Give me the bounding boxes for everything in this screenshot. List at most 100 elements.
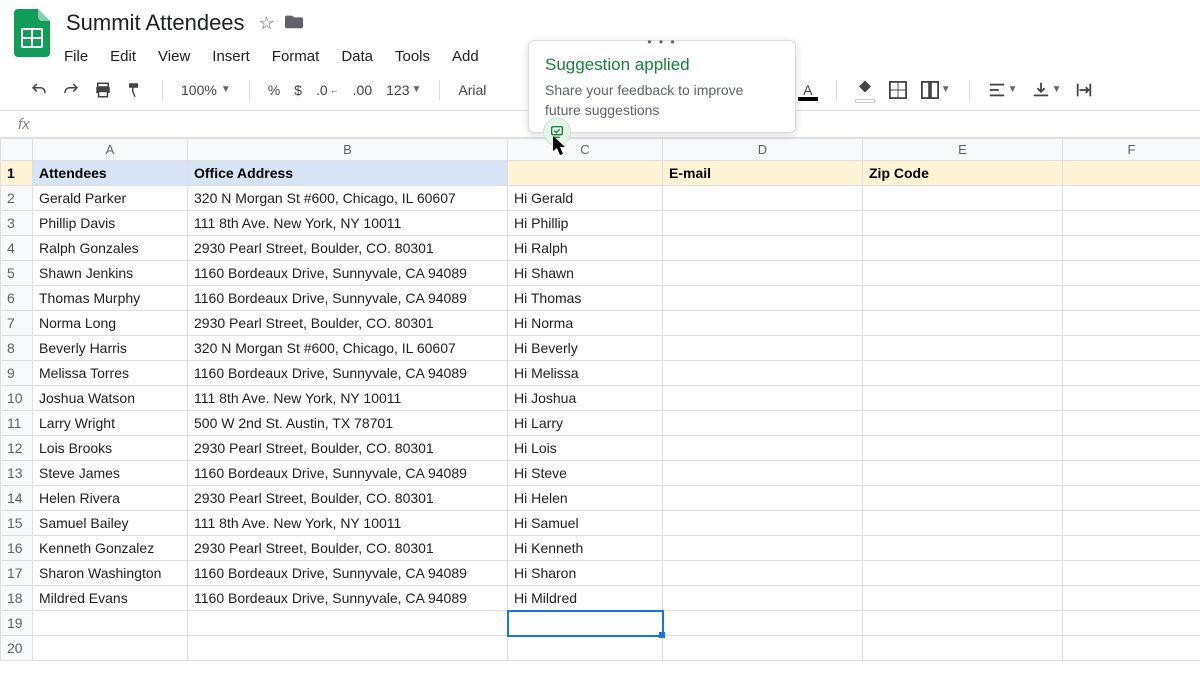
table-row[interactable]: 9Melissa Torres1160 Bordeaux Drive, Sunn… xyxy=(1,361,1200,386)
cell[interactable]: Hi Norma xyxy=(508,311,663,336)
cell[interactable] xyxy=(1063,561,1200,586)
cell[interactable] xyxy=(1063,261,1200,286)
cell[interactable]: Hi Lois xyxy=(508,436,663,461)
menu-view[interactable]: View xyxy=(156,44,192,69)
col-header-F[interactable]: F xyxy=(1063,139,1200,161)
cell[interactable] xyxy=(863,436,1063,461)
cell[interactable] xyxy=(1063,511,1200,536)
table-row[interactable]: 4Ralph Gonzales2930 Pearl Street, Boulde… xyxy=(1,236,1200,261)
cell[interactable] xyxy=(1063,336,1200,361)
row-header[interactable]: 9 xyxy=(1,361,33,386)
table-row[interactable]: 13Steve James1160 Bordeaux Drive, Sunnyv… xyxy=(1,461,1200,486)
cell[interactable]: 111 8th Ave. New York, NY 10011 xyxy=(188,511,508,536)
cell[interactable] xyxy=(663,186,863,211)
merge-cells-icon[interactable]: ▼ xyxy=(921,81,951,99)
cell[interactable] xyxy=(1063,586,1200,611)
cell[interactable] xyxy=(663,311,863,336)
cell[interactable] xyxy=(663,286,863,311)
move-folder-icon[interactable] xyxy=(285,13,303,34)
cell[interactable]: 320 N Morgan St #600, Chicago, IL 60607 xyxy=(188,186,508,211)
spreadsheet-grid[interactable]: A B C D E F 1 Attendees Office Address E… xyxy=(0,138,1200,661)
row-header[interactable]: 12 xyxy=(1,436,33,461)
cell[interactable]: Hi Shawn xyxy=(508,261,663,286)
col-header-B[interactable]: B xyxy=(188,139,508,161)
cell[interactable] xyxy=(663,336,863,361)
cell[interactable]: Zip Code xyxy=(863,161,1063,186)
cell[interactable] xyxy=(663,261,863,286)
cell[interactable] xyxy=(863,486,1063,511)
cell[interactable]: E-mail xyxy=(663,161,863,186)
cell[interactable]: 1160 Bordeaux Drive, Sunnyvale, CA 94089 xyxy=(188,261,508,286)
row-header[interactable]: 15 xyxy=(1,511,33,536)
cell[interactable]: Lois Brooks xyxy=(33,436,188,461)
table-row[interactable]: 19 xyxy=(1,611,1200,636)
cell[interactable] xyxy=(1063,636,1200,661)
cell[interactable] xyxy=(1063,211,1200,236)
cell[interactable]: 320 N Morgan St #600, Chicago, IL 60607 xyxy=(188,336,508,361)
table-row[interactable]: 16Kenneth Gonzalez2930 Pearl Street, Bou… xyxy=(1,536,1200,561)
cell[interactable] xyxy=(863,311,1063,336)
table-row[interactable]: 2Gerald Parker320 N Morgan St #600, Chic… xyxy=(1,186,1200,211)
row-header[interactable]: 4 xyxy=(1,236,33,261)
cell[interactable] xyxy=(1063,186,1200,211)
text-color-icon[interactable]: A xyxy=(798,82,818,98)
cell[interactable]: 2930 Pearl Street, Boulder, CO. 80301 xyxy=(188,236,508,261)
row-header[interactable]: 17 xyxy=(1,561,33,586)
cell[interactable] xyxy=(863,236,1063,261)
cell[interactable] xyxy=(663,411,863,436)
horizontal-align-icon[interactable]: ▼ xyxy=(988,81,1018,99)
table-row[interactable]: 20 xyxy=(1,636,1200,661)
cell[interactable] xyxy=(1063,436,1200,461)
cell[interactable]: Office Address xyxy=(188,161,508,186)
cell[interactable] xyxy=(1063,386,1200,411)
cell[interactable]: Melissa Torres xyxy=(33,361,188,386)
cell[interactable] xyxy=(508,611,663,636)
cell[interactable] xyxy=(508,636,663,661)
cell[interactable] xyxy=(1063,611,1200,636)
cell[interactable]: Hi Mildred xyxy=(508,586,663,611)
cell[interactable]: 1160 Bordeaux Drive, Sunnyvale, CA 94089 xyxy=(188,286,508,311)
zoom-select[interactable]: 100%▼ xyxy=(181,82,231,98)
format-currency-icon[interactable]: $ xyxy=(294,82,302,98)
fill-color-icon[interactable] xyxy=(855,79,875,100)
menu-add[interactable]: Add xyxy=(450,44,481,69)
table-row[interactable]: 17Sharon Washington1160 Bordeaux Drive, … xyxy=(1,561,1200,586)
cell[interactable]: Hi Beverly xyxy=(508,336,663,361)
cell[interactable]: Hi Ralph xyxy=(508,236,663,261)
print-icon[interactable] xyxy=(94,81,112,99)
row-header[interactable]: 19 xyxy=(1,611,33,636)
cell[interactable] xyxy=(663,361,863,386)
cell[interactable] xyxy=(863,386,1063,411)
borders-icon[interactable] xyxy=(889,81,907,99)
cell[interactable] xyxy=(508,161,663,186)
cell[interactable]: Ralph Gonzales xyxy=(33,236,188,261)
cell[interactable]: Hi Melissa xyxy=(508,361,663,386)
cell[interactable] xyxy=(33,636,188,661)
cell[interactable]: Steve James xyxy=(33,461,188,486)
cell[interactable]: 1160 Bordeaux Drive, Sunnyvale, CA 94089 xyxy=(188,461,508,486)
table-row[interactable]: 7Norma Long2930 Pearl Street, Boulder, C… xyxy=(1,311,1200,336)
column-header-row[interactable]: A B C D E F xyxy=(1,139,1200,161)
increase-decimal-icon[interactable]: .00 xyxy=(353,82,372,98)
format-percent-icon[interactable]: % xyxy=(268,82,280,98)
cell[interactable]: Norma Long xyxy=(33,311,188,336)
cell[interactable]: Hi Helen xyxy=(508,486,663,511)
text-wrap-icon[interactable] xyxy=(1075,81,1093,99)
menu-data[interactable]: Data xyxy=(339,44,375,69)
cell[interactable]: Hi Gerald xyxy=(508,186,663,211)
cell[interactable] xyxy=(663,536,863,561)
cell[interactable]: 1160 Bordeaux Drive, Sunnyvale, CA 94089 xyxy=(188,586,508,611)
cell[interactable] xyxy=(663,586,863,611)
row-header[interactable]: 16 xyxy=(1,536,33,561)
cell[interactable] xyxy=(663,211,863,236)
cell[interactable] xyxy=(1063,361,1200,386)
table-row[interactable]: 6Thomas Murphy1160 Bordeaux Drive, Sunny… xyxy=(1,286,1200,311)
undo-icon[interactable] xyxy=(30,81,48,99)
cell[interactable] xyxy=(188,611,508,636)
cell[interactable] xyxy=(863,261,1063,286)
cell[interactable] xyxy=(863,286,1063,311)
cell[interactable] xyxy=(663,611,863,636)
cell[interactable] xyxy=(1063,461,1200,486)
cell[interactable]: 2930 Pearl Street, Boulder, CO. 80301 xyxy=(188,311,508,336)
cell[interactable] xyxy=(863,636,1063,661)
